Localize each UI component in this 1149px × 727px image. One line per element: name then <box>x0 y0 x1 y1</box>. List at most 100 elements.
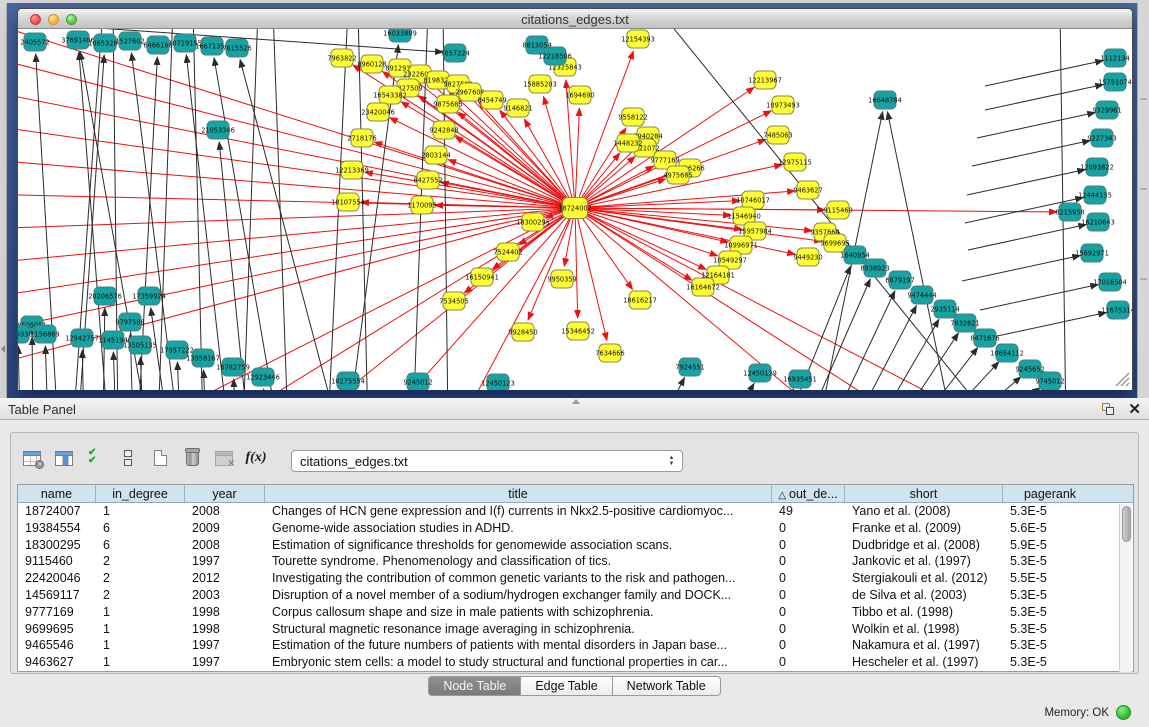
network-window-titlebar[interactable]: citations_edges.txt <box>18 9 1132 29</box>
column-header-year[interactable]: year <box>185 485 265 502</box>
graph-node[interactable]: 7534505 <box>439 292 468 310</box>
select-columns-button[interactable] <box>51 446 77 470</box>
graph-node[interactable]: 18107554 <box>331 193 365 211</box>
graph-node[interactable]: 16935451 <box>783 370 817 388</box>
graph-edge[interactable] <box>830 291 895 390</box>
graph-node[interactable]: 9928450 <box>508 323 537 341</box>
graph-node[interactable]: 17016504 <box>1093 273 1127 291</box>
tab-edge-table[interactable]: Edge Table <box>521 676 612 696</box>
graph-node[interactable]: 9115460 <box>823 201 852 219</box>
graph-edge[interactable] <box>575 208 607 340</box>
table-row[interactable]: 911546021997Tourette syndrome. Phenomeno… <box>18 553 1133 570</box>
table-row[interactable]: 2242004622012Investigating the contribut… <box>18 570 1133 587</box>
right-splitter[interactable] <box>1137 3 1149 398</box>
graph-node[interactable]: 9950359 <box>547 270 576 288</box>
graph-edge[interactable] <box>204 370 206 390</box>
graph-edge[interactable] <box>18 208 575 299</box>
graph-node[interactable]: 9329961 <box>1092 101 1121 119</box>
graph-edge[interactable] <box>575 87 754 208</box>
graph-edge[interactable] <box>18 346 20 390</box>
graph-node[interactable]: 2803144 <box>421 146 450 164</box>
graph-node[interactable]: 9449230 <box>793 248 822 266</box>
close-panel-icon[interactable]: ✕ <box>1128 400 1141 418</box>
graph-node[interactable]: 1694690 <box>565 86 594 104</box>
graph-edge[interactable] <box>32 337 33 390</box>
graph-node[interactable]: 9797588 <box>115 313 144 331</box>
graph-node[interactable]: 9227343 <box>1087 129 1116 147</box>
graph-node[interactable]: 12975115 <box>778 153 812 171</box>
graph-edge[interactable] <box>967 170 1085 195</box>
graph-node[interactable]: 12093822 <box>1080 158 1114 176</box>
graph-edge[interactable] <box>968 225 1086 250</box>
graph-node[interactable]: 1448232 <box>613 134 642 152</box>
graph-node[interactable]: 7857224 <box>440 44 469 62</box>
graph-edge[interactable] <box>18 208 575 264</box>
column-header-name[interactable]: name <box>18 485 96 502</box>
graph-node[interactable]: 13505135 <box>123 336 157 354</box>
function-builder-button[interactable]: f(x) <box>243 446 269 470</box>
table-row[interactable]: 977716911998Corpus callosum shape and si… <box>18 604 1133 621</box>
row-height-button[interactable] <box>115 446 141 470</box>
graph-node[interactable]: 6879197 <box>885 271 914 289</box>
graph-edge[interactable] <box>985 85 1103 110</box>
graph-node[interactable]: 21053346 <box>201 121 235 139</box>
graph-node[interactable]: 8427552 <box>413 171 442 189</box>
graph-edge[interactable] <box>243 29 258 390</box>
table-row[interactable]: 969969511998Structural magnetic resonanc… <box>18 621 1133 638</box>
table-row[interactable]: 1456911722003Disruption of a novel membe… <box>18 587 1133 604</box>
network-canvas[interactable]: 1872400779638228960128891293423226058982… <box>18 29 1132 390</box>
graph-edge[interactable] <box>728 383 754 390</box>
graph-node[interactable]: 18724007 <box>558 198 592 219</box>
delete-column-button[interactable] <box>179 446 205 470</box>
column-header-title[interactable]: title <box>265 485 772 502</box>
graph-node[interactable]: 7924551 <box>675 358 704 376</box>
graph-node[interactable]: 9146821 <box>503 99 532 117</box>
table-selector-combobox[interactable]: citations_edges.txt ▲▼ <box>291 450 683 472</box>
graph-edge[interactable] <box>234 379 236 390</box>
table-row[interactable]: 946554611997Estimation of the future num… <box>18 637 1133 654</box>
graph-node[interactable]: 7634666 <box>595 344 624 362</box>
graph-node[interactable]: 10275554 <box>331 372 365 390</box>
graph-edge[interactable] <box>960 377 1021 390</box>
graph-node[interactable]: 23420046 <box>361 103 395 121</box>
graph-edge[interactable] <box>390 118 575 208</box>
scrollbar-thumb[interactable] <box>1122 506 1131 542</box>
graph-edge[interactable] <box>575 108 579 208</box>
graph-edge[interactable] <box>358 29 368 390</box>
graph-node[interactable]: 8454749 <box>477 91 506 109</box>
column-header-out_degree[interactable]: △out_de... <box>772 485 845 502</box>
graph-node[interactable]: 9474444 <box>907 286 936 304</box>
splitter-collapse-icon[interactable] <box>1 345 5 353</box>
graph-node[interactable]: 8471676 <box>970 329 999 347</box>
graph-node[interactable]: 8938923 <box>860 259 889 277</box>
graph-edge[interactable] <box>972 141 1090 166</box>
table-scrollbar[interactable] <box>1119 504 1132 672</box>
column-header-in_degree[interactable]: in_degree <box>96 485 185 502</box>
graph-edge[interactable] <box>985 61 1103 86</box>
select-rows-button[interactable]: ✔ ✔ <box>83 446 109 470</box>
graph-node[interactable]: 9242848 <box>429 121 458 139</box>
column-header-short[interactable]: short <box>845 485 1003 502</box>
left-splitter[interactable] <box>0 3 7 398</box>
graph-edge[interactable] <box>113 352 116 390</box>
graph-edge[interactable] <box>365 172 575 208</box>
graph-node[interactable]: 9745012 <box>1035 372 1064 390</box>
graph-node[interactable]: 15885203 <box>523 75 557 93</box>
graph-edge[interactable] <box>852 306 916 390</box>
graph-edge[interactable] <box>103 308 105 390</box>
graph-node[interactable]: 15346452 <box>561 322 595 340</box>
graph-edge[interactable] <box>193 29 203 390</box>
graph-node[interactable]: 7815526 <box>222 39 251 57</box>
graph-edge[interactable] <box>158 29 173 390</box>
graph-node[interactable]: 18616217 <box>623 291 657 309</box>
graph-edge[interactable] <box>575 208 692 280</box>
graph-node[interactable]: 1527602 <box>115 32 144 50</box>
graph-edge[interactable] <box>962 256 1080 281</box>
table-settings-button[interactable] <box>19 446 45 470</box>
graph-node[interactable]: 7524402 <box>493 243 522 261</box>
memory-status-icon[interactable] <box>1116 705 1131 720</box>
graph-node[interactable]: 8960128 <box>357 55 386 73</box>
graph-edge[interactable] <box>768 389 794 390</box>
graph-node[interactable]: 9875685 <box>433 95 462 113</box>
graph-edge[interactable] <box>273 29 288 390</box>
